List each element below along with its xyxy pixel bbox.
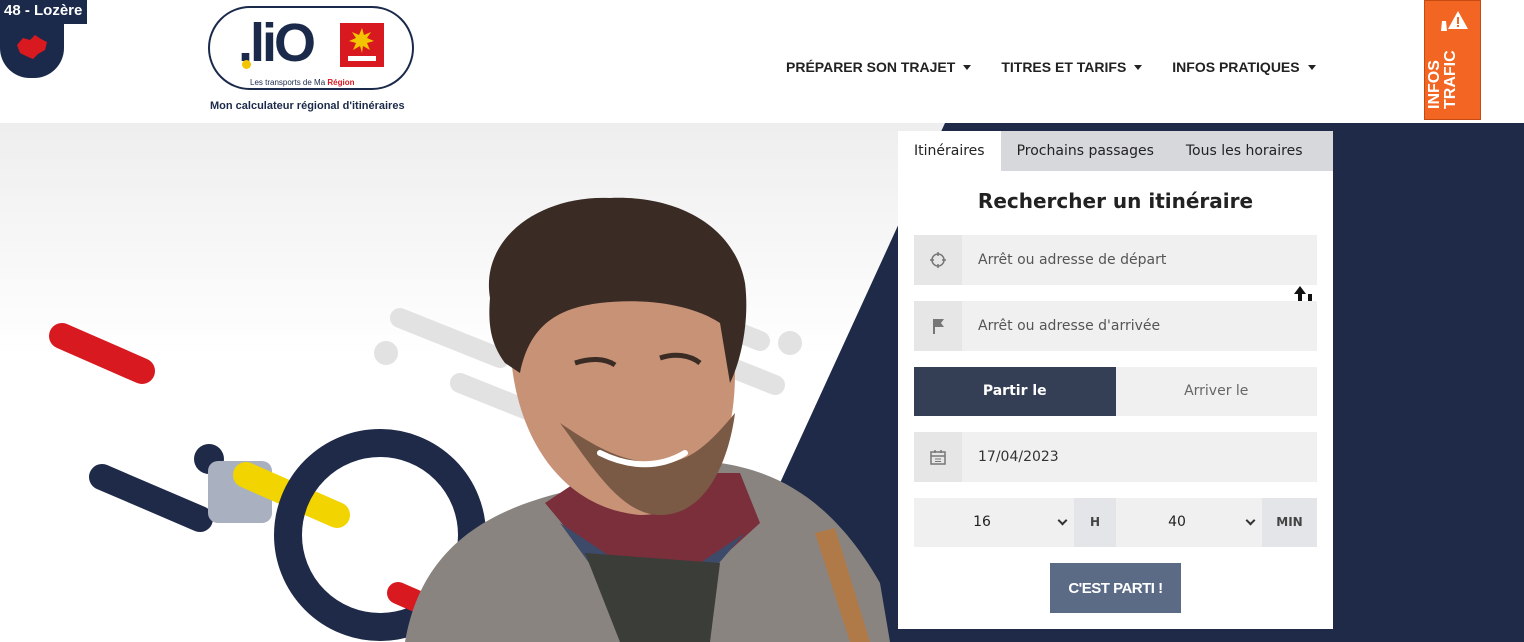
arrival-field	[914, 301, 1317, 351]
minute-value: 40	[1168, 514, 1186, 530]
date-field[interactable]: 17/04/2023	[914, 432, 1317, 482]
warning-icon	[1441, 11, 1468, 31]
arriver-le-option[interactable]: Arriver le	[1115, 367, 1317, 416]
flag-icon	[933, 319, 944, 334]
departure-arrival-toggle: Partir le Arriver le	[914, 367, 1317, 416]
search-submit-button[interactable]: C'EST PARTI !	[1050, 563, 1181, 613]
logo-tagline-highlight: Région	[327, 78, 355, 87]
department-label[interactable]: 48 - Lozère	[0, 0, 88, 24]
logo-dot	[242, 60, 251, 69]
hour-unit-label: H	[1074, 498, 1116, 547]
minute-select[interactable]: 40	[1116, 498, 1262, 547]
caret-down-icon	[1134, 64, 1143, 70]
main-nav: PRÉPARER SON TRAJET TITRES ET TARIFS INF…	[786, 59, 1346, 75]
logo-tagline-prefix: Les transports de Ma	[250, 78, 328, 87]
arrival-icon-box	[914, 301, 962, 351]
route-search-panel: Itinéraires Prochains passages Tous les …	[898, 131, 1333, 629]
departure-field	[914, 235, 1317, 285]
nav-label: PRÉPARER SON TRAJET	[786, 59, 956, 75]
panel-title: Rechercher un itinéraire	[977, 189, 1254, 213]
lio-logo[interactable]: .liO Les transports de Ma Région	[208, 6, 414, 90]
nav-label: TITRES ET TARIFS	[1001, 59, 1127, 75]
calendar-icon	[930, 450, 946, 465]
infos-trafic-button[interactable]: INFOS TRAFIC	[1424, 0, 1481, 120]
tab-tous-horaires[interactable]: Tous les horaires	[1170, 131, 1319, 171]
caret-down-icon	[1307, 64, 1316, 70]
crosshair-icon	[930, 252, 946, 268]
departure-icon-box	[914, 235, 962, 285]
chevron-down-icon	[1057, 515, 1068, 526]
department-map-icon	[17, 35, 47, 59]
hour-value: 16	[973, 514, 991, 530]
caret-down-icon	[963, 64, 972, 70]
infos-trafic-label: INFOS TRAFIC	[1426, 50, 1459, 109]
site-header: 48 - Lozère .liO Les transports de Ma Ré…	[0, 0, 1524, 123]
time-selector: 16 H 40 MIN	[914, 498, 1317, 547]
nav-titres-tarifs[interactable]: TITRES ET TARIFS	[1001, 59, 1143, 75]
date-value: 17/04/2023	[978, 449, 1059, 465]
nav-infos-pratiques[interactable]: INFOS PRATIQUES	[1172, 59, 1316, 75]
chevron-down-icon	[1245, 515, 1256, 526]
date-icon-box	[914, 432, 962, 482]
site-subtitle: Mon calculateur régional d'itinéraires	[210, 100, 405, 112]
tab-itineraires[interactable]: Itinéraires	[898, 131, 1001, 171]
search-tabs: Itinéraires Prochains passages Tous les …	[898, 131, 1333, 171]
logo-tagline: Les transports de Ma Région	[250, 78, 354, 87]
arrival-input[interactable]	[962, 301, 1317, 351]
nav-label: INFOS PRATIQUES	[1172, 59, 1300, 75]
nav-preparer-trajet[interactable]: PRÉPARER SON TRAJET	[786, 59, 972, 75]
occitanie-crest-icon	[340, 23, 384, 67]
tab-prochains-passages[interactable]: Prochains passages	[1001, 131, 1170, 171]
minute-unit-label: MIN	[1262, 498, 1317, 547]
hour-select[interactable]: 16	[914, 498, 1074, 547]
partir-le-option[interactable]: Partir le	[914, 367, 1116, 416]
departure-input[interactable]	[962, 235, 1317, 285]
